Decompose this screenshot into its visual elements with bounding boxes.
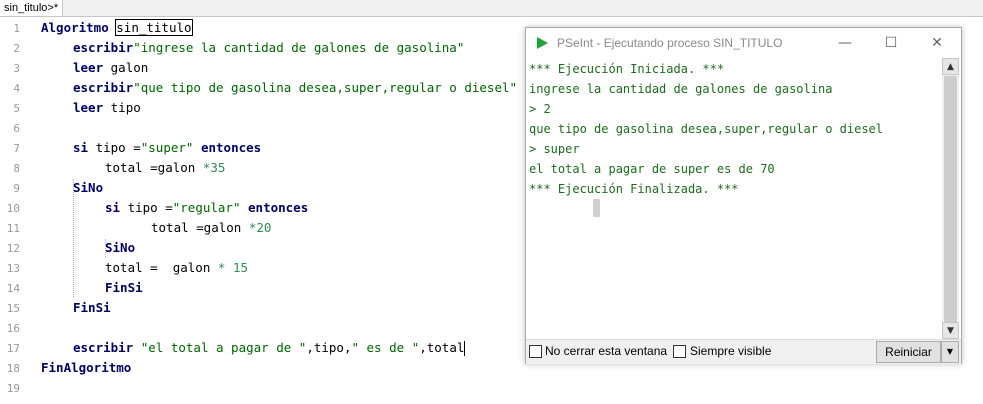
keyword: escribir [73,340,134,355]
console-line: > super [529,142,580,156]
keyword: entonces [248,200,309,215]
line-number: 11 [6,222,20,235]
close-button[interactable]: ✕ [914,30,960,56]
line-number: 18 [6,362,20,375]
line-number: 1 [13,22,20,35]
keyword: leer [73,100,104,115]
expression: tipo = [95,140,141,155]
code-line-7: si tipo ="super" entonces [73,138,261,158]
number-literal: *20 [248,220,272,235]
run-window-footer: No cerrar esta ventana Siempre visible R… [526,339,961,364]
line-number: 16 [6,322,20,335]
reiniciar-dropdown-icon[interactable]: ▼ [941,341,959,363]
identifier: tipo [110,100,141,115]
string-literal: " es de " [351,340,420,355]
text-caret [464,341,466,356]
line-number: 12 [6,242,20,255]
console-line: que tipo de gasolina desea,super,regular… [529,122,884,136]
line-number: 19 [6,382,20,395]
code-line-1: Algoritmo sin_titulo [41,18,193,38]
siempre-visible-label[interactable]: Siempre visible [690,344,771,358]
line-number: 7 [13,142,20,155]
console-line: ingrese la cantidad de galones de gasoli… [529,82,833,96]
code-line-13: total = galon * 15 [105,258,248,278]
string-literal: "regular" [172,200,241,215]
expression: ,tipo, [306,340,352,355]
string-literal: "que tipo de gasolina desea,super,regula… [133,80,518,95]
line-number: 2 [13,42,20,55]
number-literal: * 15 [217,260,248,275]
line-number: 4 [13,82,20,95]
code-line-11: total =galon *20 [151,218,271,238]
keyword: si [105,200,121,215]
console-line: > 2 [529,102,551,116]
code-line-10: si tipo ="regular" entonces [105,198,308,218]
algorithm-name: sin_titulo [115,19,193,36]
keyword: escribir [73,80,134,95]
code-line-14: FinSi [105,278,143,298]
number-literal: *35 [202,160,226,175]
console-line: el total a pagar de super es de 70 [529,162,775,176]
run-window-title: PSeInt - Ejecutando proceso SIN_TITULO [557,36,783,50]
code-line-9: SiNo [73,178,103,198]
keyword: FinAlgoritmo [41,360,132,375]
no-cerrar-label[interactable]: No cerrar esta ventana [545,344,667,358]
tab-sin-titulo[interactable]: sin_titulo>* [0,0,64,16]
console-line: *** Ejecución Iniciada. *** [529,62,725,76]
line-number: 15 [6,302,20,315]
console-scrollbar[interactable]: ▲ ▼ [942,58,959,339]
string-literal: "ingrese la cantidad de galones de gasol… [133,40,465,55]
code-line-2: escribir"ingrese la cantidad de galones … [73,38,464,58]
line-number: 17 [6,342,20,355]
expression: total =galon [105,160,203,175]
line-number: 8 [13,162,20,175]
line-number: 5 [13,102,20,115]
keyword: SiNo [73,180,104,195]
console-input-caret [593,199,600,217]
code-line-5: leer tipo [73,98,141,118]
line-number: 13 [6,262,20,275]
keyword: FinSi [105,280,143,295]
play-icon [537,37,548,49]
line-number: 10 [6,202,20,215]
expression: total = galon [105,260,218,275]
keyword: SiNo [105,240,136,255]
string-literal: "el total a pagar de " [140,340,307,355]
maximize-button[interactable]: ☐ [868,30,914,56]
line-number: 6 [13,122,20,135]
keyword: FinSi [73,300,111,315]
code-line-12: SiNo [105,238,135,258]
reiniciar-button[interactable]: Reiniciar [876,341,941,363]
expression: ,total [419,340,465,355]
scroll-down-icon[interactable]: ▼ [942,322,959,339]
code-line-15: FinSi [73,298,111,318]
keyword: leer [73,60,104,75]
siempre-visible-checkbox[interactable] [673,345,686,358]
line-number: 3 [13,62,20,75]
scroll-up-icon[interactable]: ▲ [942,58,959,75]
code-line-4: escribir"que tipo de gasolina desea,supe… [73,78,517,98]
keyword: Algoritmo [41,20,109,35]
string-literal: "super" [140,140,194,155]
tab-bar: sin_titulo>* [0,0,983,16]
scrollbar-thumb[interactable] [944,76,957,336]
keyword: si [73,140,89,155]
line-number: 14 [6,282,20,295]
console-line: *** Ejecución Finalizada. *** [529,182,739,196]
run-window: PSeInt - Ejecutando proceso SIN_TITULO —… [525,27,962,364]
expression: total =galon [151,220,249,235]
code-line-17: escribir "el total a pagar de ",tipo," e… [73,338,466,358]
code-line-8: total =galon *35 [105,158,225,178]
console-output[interactable]: *** Ejecución Iniciada. *** ingrese la c… [527,58,942,339]
expression: tipo = [127,200,173,215]
code-line-3: leer galon [73,58,148,78]
minimize-button[interactable]: — [822,30,868,56]
code-line-18: FinAlgoritmo [41,358,131,378]
line-number: 9 [13,182,20,195]
identifier: galon [110,60,149,75]
keyword: escribir [73,40,134,55]
no-cerrar-checkbox[interactable] [529,345,542,358]
keyword: entonces [200,140,262,155]
run-window-titlebar[interactable]: PSeInt - Ejecutando proceso SIN_TITULO —… [526,28,961,58]
